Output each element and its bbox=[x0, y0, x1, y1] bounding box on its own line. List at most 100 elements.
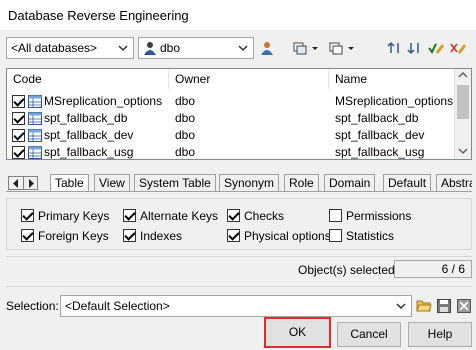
row-name: spt_fallback_db bbox=[335, 111, 419, 125]
tab-default[interactable]: Default bbox=[383, 174, 432, 191]
folder-open-icon bbox=[416, 300, 432, 312]
select-all-icon bbox=[293, 42, 318, 55]
scroll-down-icon[interactable] bbox=[458, 147, 468, 155]
table-icon bbox=[28, 95, 42, 108]
table-row[interactable]: MSreplication_options dbo MSreplication_… bbox=[7, 93, 455, 110]
option-checkbox[interactable] bbox=[329, 209, 342, 222]
column-header-owner[interactable]: Owner bbox=[169, 69, 329, 89]
object-list[interactable]: Code Owner Name MSreplication_options db… bbox=[6, 68, 472, 160]
selected-count-label: Object(s) selected: bbox=[298, 263, 399, 277]
tab-system-table[interactable]: System Table bbox=[134, 174, 216, 191]
option-checkbox[interactable] bbox=[21, 229, 34, 242]
option-checkbox[interactable] bbox=[227, 229, 240, 242]
object-type-tabs: Table View System Table Synonym Role Dom… bbox=[6, 174, 472, 192]
row-checkbox[interactable] bbox=[12, 129, 25, 142]
table-icon bbox=[28, 146, 42, 159]
option-checkbox[interactable] bbox=[123, 229, 136, 242]
selection-label: Selection: bbox=[6, 299, 59, 313]
table-icon bbox=[28, 129, 42, 142]
table-icon bbox=[28, 112, 42, 125]
table-row[interactable]: spt_fallback_dev dbo spt_fallback_dev bbox=[7, 127, 455, 144]
database-select-value: <All databases> bbox=[11, 41, 98, 55]
option-label: Physical options bbox=[244, 229, 331, 243]
row-checkbox[interactable] bbox=[12, 146, 25, 159]
divider bbox=[6, 286, 472, 287]
option-label: Alternate Keys bbox=[140, 209, 219, 223]
uncheck-pencil-icon bbox=[450, 43, 466, 54]
database-select[interactable]: <All databases> bbox=[6, 37, 134, 59]
table-row[interactable]: spt_fallback_db dbo spt_fallback_db bbox=[7, 110, 455, 127]
chevron-down-icon bbox=[118, 45, 128, 52]
tab-scroll-buttons[interactable] bbox=[8, 176, 38, 190]
tab-role[interactable]: Role bbox=[284, 174, 319, 191]
row-owner: dbo bbox=[175, 94, 196, 108]
user-find-icon bbox=[261, 42, 273, 55]
deselect-all-icon bbox=[329, 42, 354, 55]
save-icon bbox=[437, 299, 451, 313]
option-label: Statistics bbox=[346, 229, 395, 243]
uncheck-all-button[interactable] bbox=[449, 39, 467, 57]
selection-select[interactable]: <Default Selection> bbox=[60, 295, 412, 317]
window-title: Database Reverse Engineering bbox=[8, 8, 189, 23]
move-up-button[interactable] bbox=[386, 39, 404, 57]
chevron-down-icon bbox=[396, 303, 406, 310]
row-name: MSreplication_options bbox=[335, 94, 454, 108]
deselect-all-button[interactable] bbox=[328, 39, 356, 57]
open-selection-button[interactable] bbox=[415, 297, 433, 315]
user-icon bbox=[144, 42, 156, 55]
row-code: spt_fallback_db bbox=[44, 111, 128, 125]
chevron-left-icon[interactable] bbox=[10, 179, 22, 188]
move-down-button[interactable] bbox=[406, 39, 424, 57]
tab-view[interactable]: View bbox=[94, 174, 130, 191]
column-header-name[interactable]: Name bbox=[329, 69, 455, 89]
owner-select-value: dbo bbox=[160, 41, 181, 55]
column-header-code[interactable]: Code bbox=[7, 69, 169, 89]
option-checkbox[interactable] bbox=[123, 209, 136, 222]
vertical-scrollbar[interactable] bbox=[454, 69, 471, 159]
save-selection-button[interactable] bbox=[435, 297, 453, 315]
option-label: Checks bbox=[244, 209, 285, 223]
row-code: MSreplication_options bbox=[44, 94, 163, 108]
check-all-button[interactable] bbox=[427, 39, 445, 57]
option-label: Primary Keys bbox=[38, 209, 110, 223]
tab-domain[interactable]: Domain bbox=[324, 174, 376, 191]
row-name: spt_fallback_usg bbox=[335, 145, 425, 159]
select-user-button[interactable] bbox=[258, 39, 276, 57]
option-label: Permissions bbox=[346, 209, 412, 223]
tab-abstract[interactable]: Abstra bbox=[436, 174, 472, 191]
delete-selection-button[interactable] bbox=[455, 297, 473, 315]
help-button[interactable]: Help bbox=[408, 322, 472, 347]
row-owner: dbo bbox=[175, 128, 196, 142]
row-checkbox[interactable] bbox=[12, 112, 25, 125]
check-pencil-icon bbox=[428, 43, 444, 54]
option-checkbox[interactable] bbox=[329, 229, 342, 242]
sort-down-icon bbox=[407, 43, 419, 55]
row-code: spt_fallback_usg bbox=[44, 145, 134, 159]
ok-button[interactable]: OK bbox=[264, 317, 331, 348]
option-label: Foreign Keys bbox=[38, 229, 109, 243]
owner-select[interactable]: dbo bbox=[138, 37, 254, 59]
scrollbar-thumb[interactable] bbox=[457, 85, 469, 119]
selected-count-value: 6 / 6 bbox=[394, 260, 472, 278]
option-label: Indexes bbox=[140, 229, 183, 243]
table-row[interactable]: spt_fallback_usg dbo spt_fallback_usg bbox=[7, 144, 455, 159]
option-checkbox[interactable] bbox=[21, 209, 34, 222]
option-checkbox[interactable] bbox=[227, 209, 240, 222]
reverse-options: Primary Keys Alternate Keys Checks Permi… bbox=[6, 198, 472, 250]
selection-value: <Default Selection> bbox=[65, 299, 170, 313]
cancel-button[interactable]: Cancel bbox=[337, 322, 401, 347]
divider bbox=[6, 256, 472, 257]
row-code: spt_fallback_dev bbox=[44, 128, 134, 142]
chevron-down-icon bbox=[238, 45, 248, 52]
row-checkbox[interactable] bbox=[12, 95, 25, 108]
scroll-up-icon[interactable] bbox=[458, 71, 468, 79]
row-owner: dbo bbox=[175, 111, 196, 125]
chevron-right-icon[interactable] bbox=[25, 179, 37, 188]
delete-icon bbox=[457, 299, 471, 313]
select-all-button[interactable] bbox=[292, 39, 320, 57]
tab-synonym[interactable]: Synonym bbox=[219, 174, 280, 191]
sort-up-icon bbox=[387, 41, 399, 53]
title-bar: Database Reverse Engineering bbox=[0, 0, 476, 30]
row-name: spt_fallback_dev bbox=[335, 128, 425, 142]
tab-table[interactable]: Table bbox=[50, 174, 89, 191]
